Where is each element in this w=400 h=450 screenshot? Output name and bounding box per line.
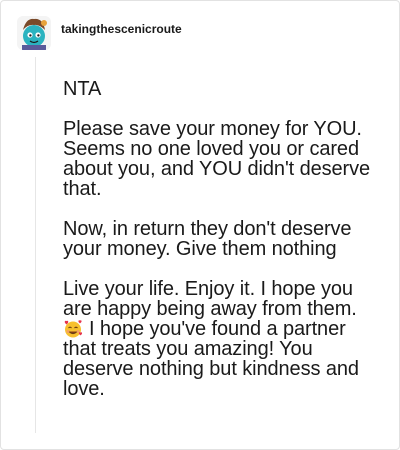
post-paragraph: Please save your money for YOU. Seems no… — [63, 118, 371, 200]
smiling-face-with-hearts-icon — [64, 320, 83, 338]
avatar-cartoon-character-icon — [17, 16, 51, 50]
post-header: takingthescenicroute — [17, 15, 182, 51]
thread-line — [35, 57, 36, 433]
post-paragraph: NTA — [63, 78, 102, 100]
post-text: Live your life. Enjoy it. I hope you are… — [63, 278, 357, 320]
post-body: NTA Please save your money for YOU. Seem… — [63, 79, 383, 399]
user-avatar[interactable] — [17, 16, 51, 50]
username-link[interactable]: takingthescenicroute — [61, 22, 182, 36]
post-text: I hope you've found a partner that treat… — [63, 318, 359, 400]
post-paragraph-last: Live your life. Enjoy it. I hope you are… — [63, 279, 383, 399]
post-card: takingthescenicroute NTA Please save you… — [0, 0, 400, 450]
post-paragraph: Now, in return they don't deserve your m… — [63, 218, 352, 260]
